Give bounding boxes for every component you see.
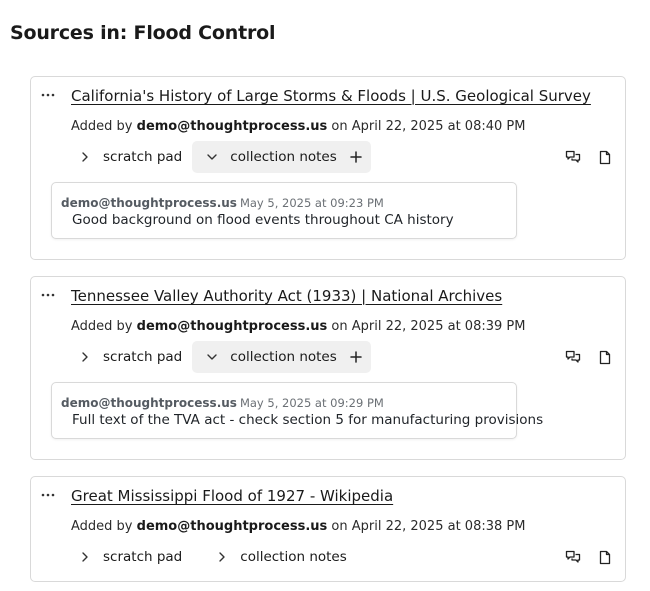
chat-bubbles-icon[interactable]: [563, 547, 583, 567]
page-title: Sources in: Flood Control: [10, 22, 276, 44]
source-card: California's History of Large Storms & F…: [30, 76, 626, 260]
added-date: April 22, 2025 at 08:39 PM: [351, 319, 526, 334]
collection-notes-toggle[interactable]: collection notes: [192, 541, 357, 573]
chevron-down-icon: [202, 353, 222, 361]
source-card: Great Mississippi Flood of 1927 - Wikipe…: [30, 476, 626, 582]
notes-toggles: scratch pad collection notes: [71, 341, 371, 373]
more-options-icon[interactable]: [40, 488, 56, 502]
note-date: May 5, 2025 at 09:29 PM: [239, 396, 384, 410]
added-date: April 22, 2025 at 08:38 PM: [351, 519, 526, 534]
added-by-user: demo@thoughtprocess.us: [136, 119, 328, 134]
scratch-pad-label: scratch pad: [103, 349, 183, 365]
card-actions: [563, 347, 615, 367]
collection-notes-label: collection notes: [230, 149, 337, 165]
collection-note: demo@thoughtprocess.us May 5, 2025 at 09:…: [51, 382, 543, 439]
document-icon[interactable]: [595, 147, 615, 167]
collection-notes-label: collection notes: [230, 349, 337, 365]
source-title-link[interactable]: Tennessee Valley Authority Act (1933) | …: [71, 287, 502, 305]
note-date: May 5, 2025 at 09:23 PM: [239, 196, 384, 210]
card-actions: [563, 147, 615, 167]
note-author: demo@thoughtprocess.us: [61, 196, 237, 210]
document-icon[interactable]: [595, 547, 615, 567]
scratch-pad-label: scratch pad: [103, 149, 183, 165]
collection-notes-toggle[interactable]: collection notes: [192, 341, 371, 373]
plus-icon: [350, 351, 362, 363]
chevron-right-icon: [212, 551, 232, 563]
collection-notes-toggle[interactable]: collection notes: [192, 141, 371, 173]
added-by-user: demo@thoughtprocess.us: [136, 319, 328, 334]
added-date: April 22, 2025 at 08:40 PM: [351, 119, 526, 134]
collection-note: demo@thoughtprocess.us May 5, 2025 at 09:…: [51, 182, 517, 239]
source-title-link[interactable]: Great Mississippi Flood of 1927 - Wikipe…: [71, 487, 393, 505]
collection-notes-label: collection notes: [240, 549, 347, 565]
note-text: Good background on flood events througho…: [72, 212, 454, 228]
added-by-user: demo@thoughtprocess.us: [136, 519, 328, 534]
add-note-button[interactable]: [341, 341, 371, 373]
chevron-down-icon: [202, 153, 222, 161]
note-author: demo@thoughtprocess.us: [61, 396, 237, 410]
chat-bubbles-icon[interactable]: [563, 347, 583, 367]
source-meta: Added by demo@thoughtprocess.us on April…: [71, 119, 526, 134]
more-options-icon[interactable]: [40, 288, 56, 302]
chevron-right-icon: [75, 151, 95, 163]
source-meta: Added by demo@thoughtprocess.us on April…: [71, 519, 526, 534]
notes-toggles: scratch pad collection notes: [71, 141, 371, 173]
notes-toggles: scratch pad collection notes: [71, 541, 357, 573]
source-card: Tennessee Valley Authority Act (1933) | …: [30, 276, 626, 460]
chat-bubbles-icon[interactable]: [563, 147, 583, 167]
source-meta: Added by demo@thoughtprocess.us on April…: [71, 319, 526, 334]
scratch-pad-toggle[interactable]: scratch pad: [71, 341, 192, 373]
source-title-link[interactable]: California's History of Large Storms & F…: [71, 87, 591, 105]
plus-icon: [350, 151, 362, 163]
chevron-right-icon: [75, 351, 95, 363]
document-icon[interactable]: [595, 347, 615, 367]
chevron-right-icon: [75, 551, 95, 563]
scratch-pad-label: scratch pad: [103, 549, 183, 565]
scratch-pad-toggle[interactable]: scratch pad: [71, 541, 192, 573]
scratch-pad-toggle[interactable]: scratch pad: [71, 141, 192, 173]
more-options-icon[interactable]: [40, 88, 56, 102]
card-actions: [563, 547, 615, 567]
add-note-button[interactable]: [341, 141, 371, 173]
note-text: Full text of the TVA act - check section…: [72, 412, 544, 428]
